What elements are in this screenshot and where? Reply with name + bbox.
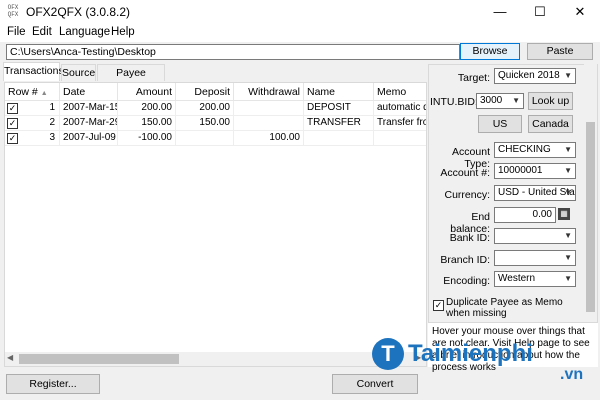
header-withdrawal[interactable]: Withdrawal [234, 83, 304, 101]
cell-memo: automatic de [374, 101, 426, 116]
row-checkbox[interactable]: ✓ [7, 133, 18, 144]
chevron-down-icon: ▼ [512, 96, 520, 105]
paste-button[interactable]: Paste [527, 43, 593, 60]
header-row-num[interactable]: Row # ▲ [5, 83, 60, 101]
horizontal-scroll-thumb[interactable] [19, 354, 179, 364]
end-balance-input[interactable]: 0.00 [494, 207, 556, 223]
title-bar: OFX QFX OFX2QFX (3.0.8.2) — ☐ ✕ [0, 0, 600, 24]
path-input[interactable]: C:\Users\Anca-Testing\Desktop [6, 44, 460, 60]
target-label: Target: [457, 72, 490, 84]
cell-amount: 200.00 [118, 101, 176, 116]
cell-deposit [176, 131, 234, 146]
cell-amount: -100.00 [118, 131, 176, 146]
cell-date: 2007-Mar-15 [60, 101, 118, 116]
scroll-left-icon[interactable]: ◀ [7, 353, 13, 362]
cell-deposit: 150.00 [176, 116, 234, 131]
window-title: OFX2QFX (3.0.8.2) [26, 5, 131, 19]
browse-button[interactable]: Browse [460, 43, 520, 60]
cell-date: 2007-Mar-29 [60, 116, 118, 131]
watermark-suffix: .vn [560, 366, 584, 383]
bank-id-select[interactable]: ▼ [494, 228, 576, 244]
cell-name: TRANSFER [304, 116, 374, 131]
cell-name [304, 131, 374, 146]
watermark-brand: Taimienphi [408, 340, 533, 367]
intu-bid-select[interactable]: 3000 ▼ [476, 93, 524, 109]
sort-asc-icon: ▲ [40, 90, 48, 97]
lookup-button[interactable]: Look up [528, 92, 573, 110]
menu-help[interactable]: Help [111, 26, 135, 38]
intu-bid-label: INTU.BID: [430, 96, 478, 108]
currency-select[interactable]: USD - United Sta ▼ [494, 185, 576, 201]
duplicate-payee-label: Duplicate Payee as Memo when missing [446, 297, 563, 319]
tab-transactions[interactable]: Transactions [3, 62, 64, 81]
calculator-icon[interactable]: ▦ [558, 208, 570, 220]
chevron-down-icon: ▼ [564, 253, 572, 262]
watermark-logo-icon: T [372, 338, 404, 370]
header-date[interactable]: Date [60, 83, 118, 101]
bank-id-label: Bank ID: [449, 232, 490, 244]
menu-bar: File Edit Language Help [0, 24, 600, 42]
duplicate-payee-checkbox[interactable]: ✓ [433, 300, 444, 311]
row-number: 2 [49, 117, 55, 128]
currency-label: Currency: [444, 189, 490, 201]
row-checkbox[interactable]: ✓ [7, 118, 18, 129]
horizontal-scrollbar[interactable]: ◀ ▶ [5, 352, 426, 366]
cell-deposit: 200.00 [176, 101, 234, 116]
header-memo[interactable]: Memo [374, 83, 426, 101]
table-row[interactable]: ✓ 1 [5, 101, 60, 116]
header-amount[interactable]: Amount [118, 83, 176, 101]
maximize-icon[interactable]: ☐ [520, 0, 560, 24]
register-button[interactable]: Register... [6, 374, 100, 394]
encoding-label: Encoding: [443, 275, 490, 287]
table-row[interactable]: ✓ 2 [5, 116, 60, 131]
cell-date: 2007-Jul-09 [60, 131, 118, 146]
vertical-scroll-thumb[interactable] [586, 122, 595, 312]
account-num-label: Account #: [440, 167, 490, 179]
menu-file[interactable]: File [7, 26, 26, 38]
table-row[interactable]: ✓ 3 [5, 131, 60, 146]
transactions-grid[interactable]: Row # ▲ Date Amount Deposit Withdrawal N… [4, 82, 427, 367]
branch-id-label: Branch ID: [440, 254, 490, 266]
minimize-icon[interactable]: — [480, 0, 520, 24]
chevron-down-icon: ▼ [564, 231, 572, 240]
cell-name: DEPOSIT [304, 101, 374, 116]
menu-language[interactable]: Language [59, 26, 110, 38]
header-name[interactable]: Name [304, 83, 374, 101]
branch-id-select[interactable]: ▼ [494, 250, 576, 266]
tab-payee-mapping[interactable]: Payee Mapping [97, 64, 165, 95]
chevron-down-icon: ▼ [564, 274, 572, 283]
app-icon: OFX QFX [7, 4, 19, 18]
cell-withdrawal [234, 116, 304, 131]
target-select[interactable]: Quicken 2018 ▼ [494, 68, 576, 84]
cell-amount: 150.00 [118, 116, 176, 131]
row-checkbox[interactable]: ✓ [7, 103, 18, 114]
row-number: 1 [49, 102, 55, 113]
cell-withdrawal: 100.00 [234, 131, 304, 146]
cell-withdrawal [234, 101, 304, 116]
cell-memo: Transfer fro [374, 116, 426, 131]
row-number: 3 [49, 132, 55, 143]
close-icon[interactable]: ✕ [560, 0, 600, 24]
encoding-select[interactable]: Western ▼ [494, 271, 576, 287]
chevron-down-icon: ▼ [564, 145, 572, 154]
convert-button[interactable]: Convert [332, 374, 418, 394]
menu-edit[interactable]: Edit [32, 26, 52, 38]
chevron-down-icon: ▼ [564, 166, 572, 175]
chevron-down-icon: ▼ [564, 188, 572, 197]
account-num-select[interactable]: 10000001 ▼ [494, 163, 576, 179]
cell-memo [374, 131, 426, 146]
canada-button[interactable]: Canada [528, 115, 573, 133]
us-button[interactable]: US [478, 115, 522, 133]
header-deposit[interactable]: Deposit [176, 83, 234, 101]
tab-source[interactable]: Source [61, 64, 96, 81]
chevron-down-icon: ▼ [564, 71, 572, 80]
account-type-select[interactable]: CHECKING ▼ [494, 142, 576, 158]
